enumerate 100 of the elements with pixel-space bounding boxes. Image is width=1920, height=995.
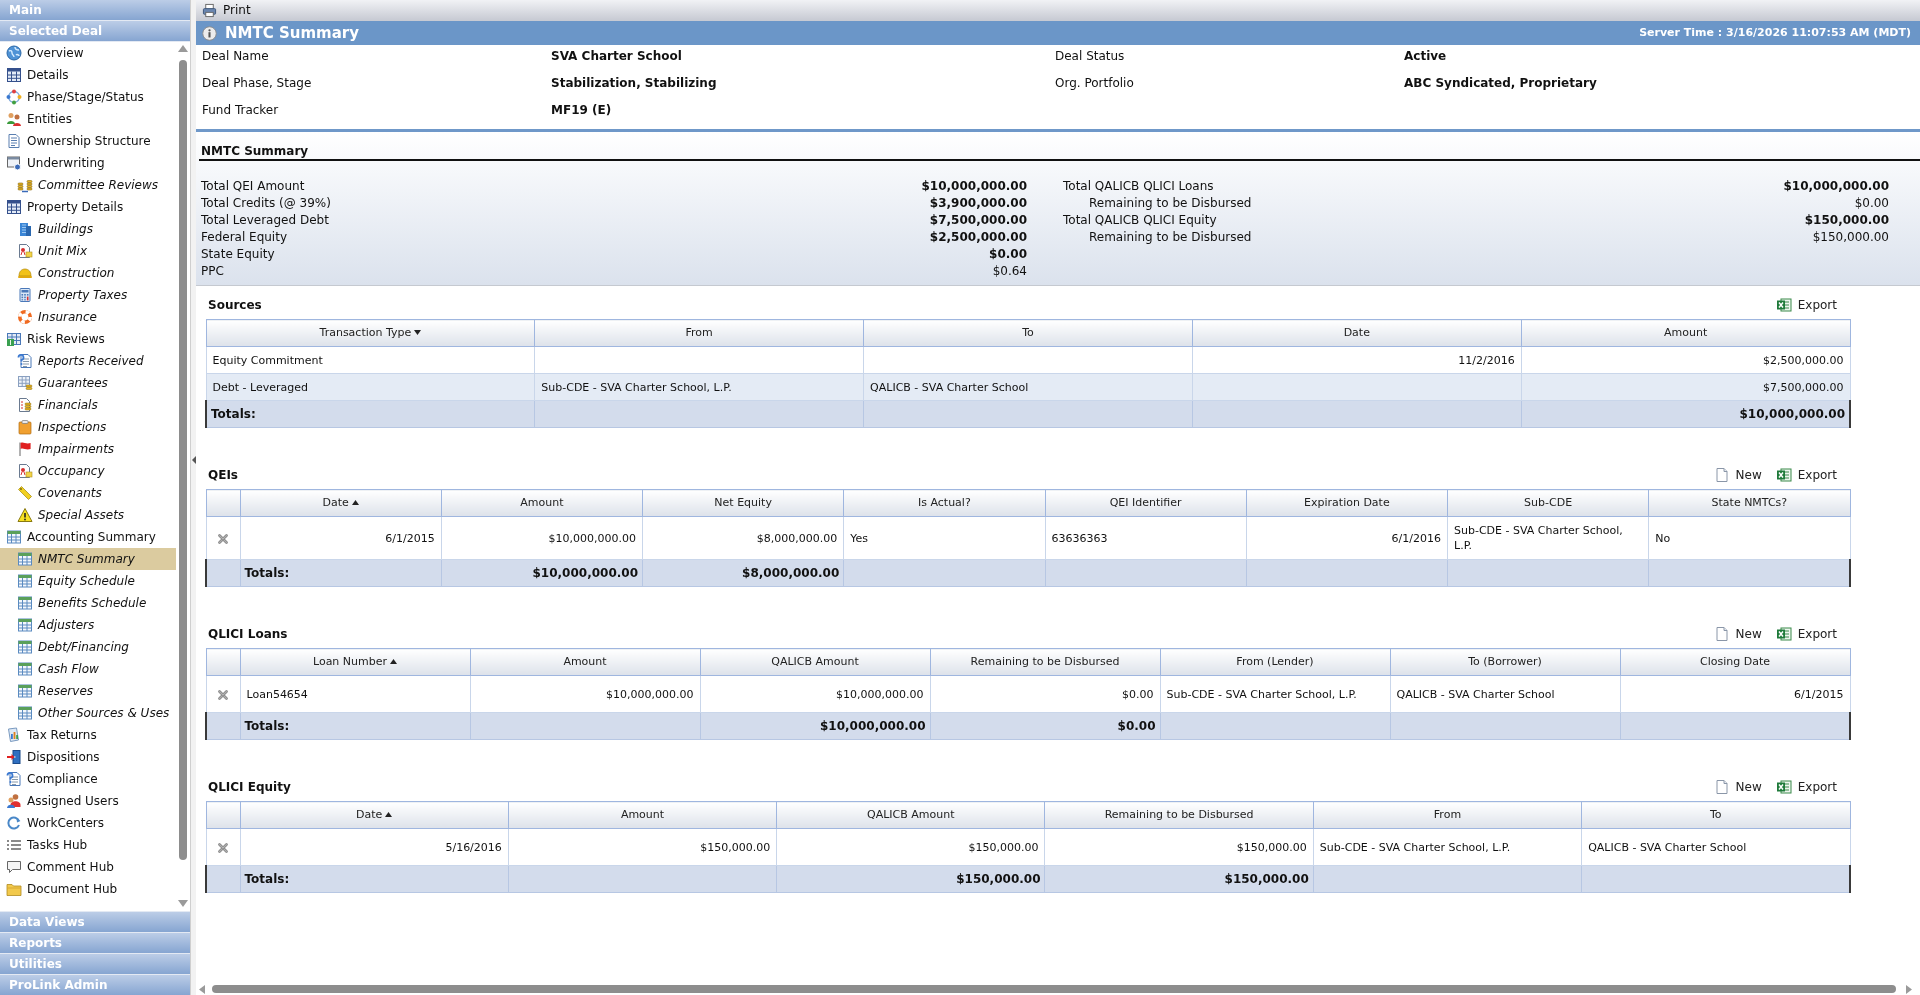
column-header[interactable]: Expiration Date: [1246, 489, 1448, 517]
table-cell: 11/2/2016: [1192, 346, 1522, 374]
building-icon: [17, 221, 33, 237]
field-label: Deal Status: [1055, 49, 1125, 64]
arrow-left-icon[interactable]: [191, 456, 196, 464]
column-header[interactable]: From: [534, 319, 864, 347]
tag-icon: [17, 485, 33, 501]
field-value: ABC Syndicated, Proprietary: [1404, 76, 1597, 91]
table-cell: Loan54654: [240, 675, 470, 713]
column-header[interactable]: From (Lender): [1160, 648, 1390, 676]
delete-icon[interactable]: [216, 840, 230, 855]
users-icon: [6, 793, 22, 809]
export-button[interactable]: Export: [1775, 297, 1837, 313]
people-icon: [6, 111, 22, 127]
field-label: Fund Tracker: [202, 103, 279, 118]
new-button[interactable]: New: [1713, 779, 1762, 795]
print-button[interactable]: Print: [202, 3, 251, 18]
table-cell: $150,000.00: [776, 828, 1045, 866]
field-label: Deal Phase, Stage: [202, 76, 312, 91]
column-header[interactable]: To: [1581, 801, 1850, 829]
column-header[interactable]: Amount: [508, 801, 777, 829]
spreadsheet-icon: [17, 617, 33, 633]
delete-icon[interactable]: [216, 687, 230, 702]
column-header[interactable]: Net Equity: [642, 489, 844, 517]
money-table-icon: [6, 331, 22, 347]
spreadsheet-icon: [6, 529, 22, 545]
page-icon: [1713, 626, 1730, 642]
column-header[interactable]: Transaction Type: [206, 319, 535, 347]
total-cell: $10,000,000.00: [700, 712, 930, 740]
section-title: QLICI Loans: [208, 627, 288, 642]
document-coins-icon: [17, 397, 33, 413]
column-header[interactable]: Date: [1192, 319, 1522, 347]
summary-value: $0.00: [989, 247, 1027, 262]
column-header[interactable]: Amount: [470, 648, 700, 676]
column-header[interactable]: To (Borrower): [1390, 648, 1620, 676]
window-icon: [6, 155, 22, 171]
total-cell: $10,000,000.00: [441, 559, 643, 587]
table-cell: $10,000,000.00: [441, 516, 643, 560]
column-header[interactable]: State NMTCs?: [1648, 489, 1850, 517]
scrollbar-thumb[interactable]: [212, 985, 1896, 993]
total-cell: $10,000,000.00: [1521, 400, 1850, 428]
arrow-up-icon[interactable]: [178, 45, 188, 52]
column-header[interactable]: To: [863, 319, 1193, 347]
new-button[interactable]: New: [1713, 467, 1762, 483]
export-button[interactable]: Export: [1775, 779, 1837, 795]
column-header[interactable]: Date: [240, 489, 442, 517]
help-document-icon: [6, 771, 22, 787]
spreadsheet-icon: [17, 595, 33, 611]
arrow-right-icon[interactable]: [1906, 984, 1912, 994]
total-cell: $150,000.00: [776, 865, 1045, 893]
nav-item[interactable]: NMTC Summary: [0, 548, 176, 570]
column-header[interactable]: Remaining to be Disbursed: [930, 648, 1160, 676]
cycle-icon: [6, 89, 22, 105]
table-cell: 6/1/2015: [240, 516, 442, 560]
summary-label: Total Leveraged Debt: [201, 213, 329, 228]
new-button[interactable]: New: [1713, 626, 1762, 642]
total-cell: $0.00: [930, 712, 1160, 740]
column-header[interactable]: Remaining to be Disbursed: [1045, 801, 1314, 829]
column-header[interactable]: Loan Number: [240, 648, 470, 676]
spreadsheet-file-icon: [1775, 779, 1792, 795]
warning-icon: [17, 507, 33, 523]
column-header[interactable]: Amount: [441, 489, 643, 517]
table-cell: 6/1/2015: [1620, 675, 1850, 713]
door-arrow-icon: [6, 749, 22, 765]
table-cell: $10,000,000.00: [470, 675, 700, 713]
summary-value: $3,900,000.00: [929, 196, 1027, 211]
column-header[interactable]: Is Actual?: [843, 489, 1045, 517]
delete-icon[interactable]: [216, 531, 230, 546]
column-header[interactable]: Amount: [1521, 319, 1850, 347]
column-header[interactable]: QEI Identifier: [1045, 489, 1247, 517]
summary-label: Total QALICB QLICI Loans: [1063, 179, 1214, 194]
column-header[interactable]: From: [1313, 801, 1582, 829]
scrollbar-thumb[interactable]: [179, 60, 187, 860]
export-button[interactable]: Export: [1775, 626, 1837, 642]
summary-label: Total Credits (@ 39%): [201, 196, 331, 211]
column-header[interactable]: Sub-CDE: [1447, 489, 1649, 517]
globe-icon: [6, 45, 22, 61]
totals-label: Totals:: [240, 865, 509, 893]
field-value: Stabilization, Stabilizing: [551, 76, 717, 91]
table-cell: Yes: [843, 516, 1045, 560]
export-button[interactable]: Export: [1775, 467, 1837, 483]
table-cell: $150,000.00: [508, 828, 777, 866]
flag-icon: [17, 441, 33, 457]
column-header[interactable]: Date: [240, 801, 509, 829]
arrow-down-icon[interactable]: [178, 900, 188, 907]
column-header[interactable]: QALICB Amount: [700, 648, 930, 676]
coins-icon: [17, 177, 33, 193]
summary-value: $0.64: [992, 264, 1027, 279]
summary-value: $150,000.00: [1812, 230, 1889, 245]
summary-value: $2,500,000.00: [929, 230, 1027, 245]
summary-label: State Equity: [201, 247, 275, 262]
page-title: NMTC Summary: [225, 24, 359, 42]
arrow-left-icon[interactable]: [199, 984, 205, 994]
summary-value: $150,000.00: [1804, 213, 1889, 228]
column-header[interactable]: Closing Date: [1620, 648, 1850, 676]
circular-arrows-icon: [6, 815, 22, 831]
section-title: QEIs: [208, 468, 238, 483]
column-header[interactable]: QALICB Amount: [776, 801, 1045, 829]
table-cell: 5/16/2016: [240, 828, 509, 866]
table-icon: [6, 67, 22, 83]
